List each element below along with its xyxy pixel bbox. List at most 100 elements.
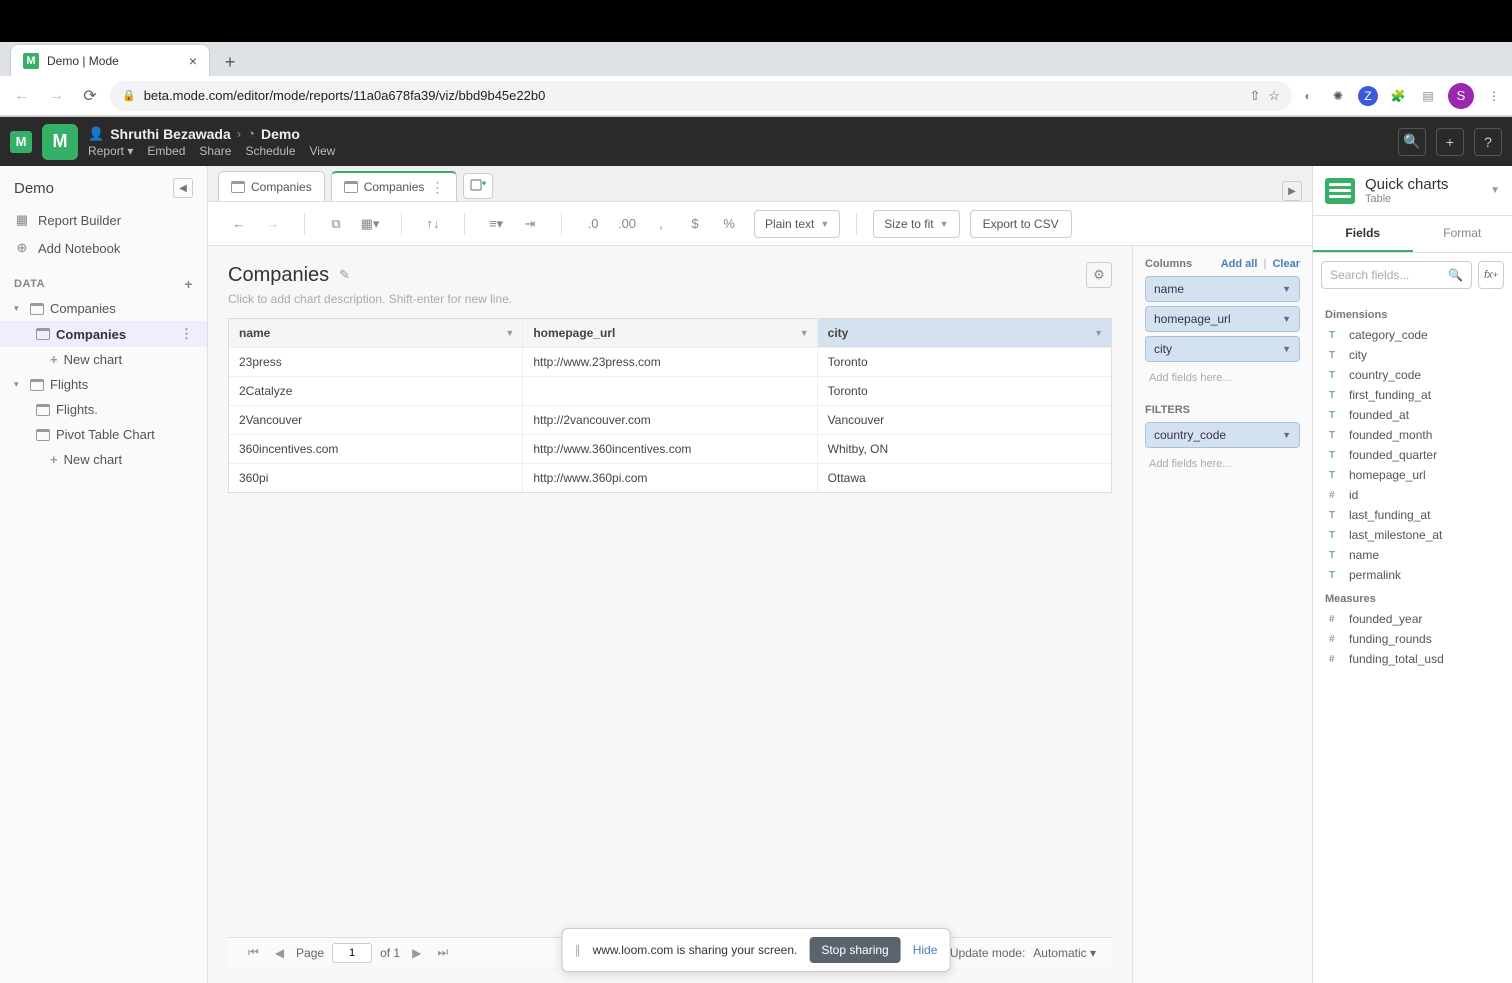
column-pill-name[interactable]: name▼ [1145,276,1300,302]
filters-dropzone[interactable]: Add fields here... [1145,452,1300,476]
field-item[interactable]: Tlast_milestone_at [1325,525,1500,545]
back-button[interactable]: ← [8,82,36,110]
stop-sharing-button[interactable]: Stop sharing [809,937,900,963]
quick-charts-header[interactable]: Quick charts Table ▼ [1313,166,1512,216]
field-item[interactable]: Tcountry_code [1325,365,1500,385]
menu-icon[interactable]: ⋮ [1484,86,1504,106]
clear-link[interactable]: Clear [1272,258,1300,270]
extension-icon[interactable]: Z [1358,86,1378,106]
format-dropdown[interactable]: Plain text▼ [754,210,840,238]
extension-icon[interactable]: ✺ [1328,86,1348,106]
formula-button[interactable]: fx+ [1478,261,1504,289]
menu-report[interactable]: Report ▾ [88,144,133,158]
url-field[interactable]: 🔒 beta.mode.com/editor/mode/reports/11a0… [110,81,1292,111]
pause-icon[interactable]: ∥ [575,943,581,957]
col-header-name[interactable]: name▼ [229,319,523,347]
tree-pivot[interactable]: Pivot Table Chart [0,422,207,447]
page-input[interactable] [332,943,372,963]
field-item[interactable]: Tfirst_funding_at [1325,385,1500,405]
tree-companies-viz[interactable]: Companies ⋮ [0,321,207,347]
add-viz-button[interactable] [463,173,493,199]
align-icon[interactable]: ≡▾ [481,210,511,238]
last-page-button[interactable]: ⏭ [433,945,452,960]
col-header-url[interactable]: homepage_url▼ [523,319,817,347]
extension-icon[interactable]: ◐ [1298,86,1318,106]
table-row[interactable]: 2Vancouver http://2vancouver.com Vancouv… [229,406,1111,435]
next-page-button[interactable]: ▶ [408,946,425,960]
column-pill-city[interactable]: city▼ [1145,336,1300,362]
field-item[interactable]: Tfounded_at [1325,405,1500,425]
tree-flights[interactable]: ▾ Flights [0,372,207,397]
field-item[interactable]: Tlast_funding_at [1325,505,1500,525]
collapse-sidebar-button[interactable]: ◀ [173,178,193,198]
first-page-button[interactable]: ⏮ [244,945,263,960]
chart-description[interactable]: Click to add chart description. Shift-en… [228,292,1112,306]
field-item[interactable]: Tpermalink [1325,565,1500,585]
export-csv-button[interactable]: Export to CSV [970,210,1072,238]
field-item[interactable]: #funding_total_usd [1325,649,1500,669]
menu-view[interactable]: View [310,144,336,158]
add-all-link[interactable]: Add all [1221,258,1258,270]
chart-title[interactable]: Companies [228,264,329,287]
breadcrumb-report[interactable]: Demo [261,126,300,142]
table-row[interactable]: 23press http://www.23press.com Toronto [229,348,1111,377]
reload-button[interactable]: ⟳ [76,82,104,110]
search-fields-input[interactable]: Search fields... 🔍 [1321,261,1472,289]
col-header-city[interactable]: city▼ [818,319,1111,347]
field-item[interactable]: Tcategory_code [1325,325,1500,345]
panel-icon[interactable]: ▤ [1418,86,1438,106]
wrap-icon[interactable]: ⇥ [515,210,545,238]
update-mode-dropdown[interactable]: Automatic ▾ [1033,946,1096,960]
undo-button[interactable]: ← [224,210,254,238]
close-icon[interactable]: × [189,53,197,69]
sort-icon[interactable]: ↑↓ [418,210,448,238]
tree-flights-viz[interactable]: Flights. [0,397,207,422]
browser-tab[interactable]: M Demo | Mode × [10,44,210,76]
field-item[interactable]: #founded_year [1325,609,1500,629]
table-row[interactable]: 360pi http://www.360pi.com Ottawa [229,464,1111,492]
table-row[interactable]: 360incentives.com http://www.360incentiv… [229,435,1111,464]
search-icon[interactable]: 🔍 [1398,128,1426,156]
tree-new-chart[interactable]: + New chart [0,347,207,372]
tab-fields[interactable]: Fields [1313,216,1413,252]
menu-embed[interactable]: Embed [147,144,185,158]
columns-dropzone[interactable]: Add fields here... [1145,366,1300,390]
new-tab-button[interactable]: + [216,48,244,76]
field-item[interactable]: Tfounded_month [1325,425,1500,445]
table-row[interactable]: 2Catalyze Toronto [229,377,1111,406]
new-icon[interactable]: + [1436,128,1464,156]
column-pill-homepage[interactable]: homepage_url▼ [1145,306,1300,332]
profile-avatar[interactable]: S [1448,83,1474,109]
sidebar-add-notebook[interactable]: ⊕ Add Notebook [0,234,207,262]
edit-title-icon[interactable]: ✎ [339,267,350,283]
app-logo-small-icon[interactable]: M [10,131,32,153]
forward-button[interactable]: → [42,82,70,110]
app-logo-icon[interactable]: M [42,124,78,160]
star-icon[interactable]: ☆ [1268,88,1280,104]
field-item[interactable]: Tfounded_quarter [1325,445,1500,465]
chart-settings-icon[interactable]: ⚙ [1086,262,1112,288]
tab-more-icon[interactable]: ⋮ [430,179,444,196]
prev-page-button[interactable]: ◀ [271,946,288,960]
help-icon[interactable]: ? [1474,128,1502,156]
sidebar-report-builder[interactable]: ▦ Report Builder [0,206,207,234]
field-item[interactable]: Thomepage_url [1325,465,1500,485]
filter-pill-country[interactable]: country_code▼ [1145,422,1300,448]
copy-icon[interactable]: ⧉ [321,210,351,238]
hide-banner-button[interactable]: Hide [913,943,938,957]
add-data-button[interactable]: + [184,276,193,292]
more-icon[interactable]: ⋮ [180,326,193,342]
redo-button[interactable]: → [258,210,288,238]
field-item[interactable]: #funding_rounds [1325,629,1500,649]
menu-schedule[interactable]: Schedule [245,144,295,158]
share-url-icon[interactable]: ⇧ [1249,88,1260,104]
menu-share[interactable]: Share [199,144,231,158]
viz-tab-companies-2[interactable]: Companies ⋮ [331,171,458,201]
tree-companies[interactable]: ▾ Companies [0,296,207,321]
expand-right-button[interactable]: ▶ [1282,181,1302,201]
tree-new-chart-2[interactable]: + New chart [0,447,207,472]
viz-tab-companies-1[interactable]: Companies [218,171,325,201]
breadcrumb-user[interactable]: Shruthi Bezawada [110,126,231,142]
extensions-menu-icon[interactable]: 🧩 [1388,86,1408,106]
tab-format[interactable]: Format [1413,216,1512,252]
